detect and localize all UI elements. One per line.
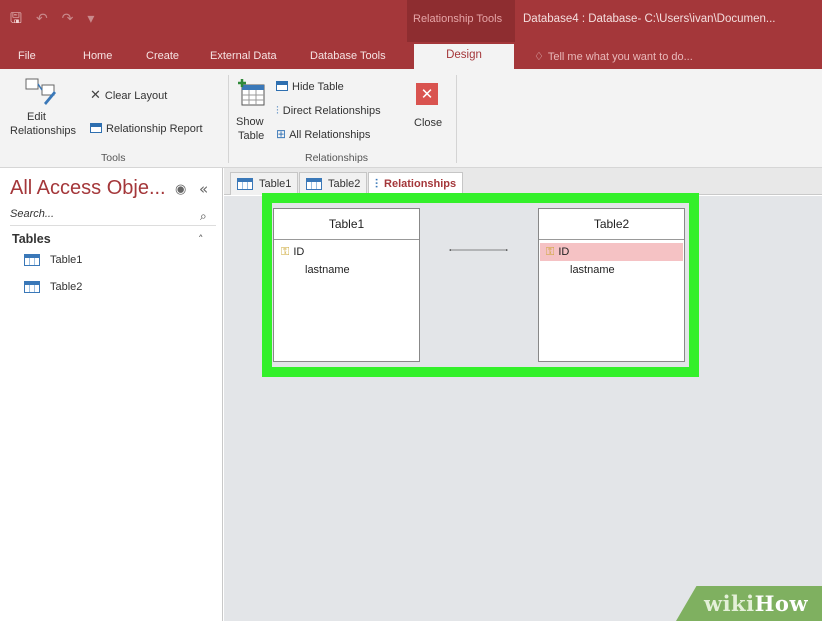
collapse-pane-icon[interactable]: « (199, 180, 208, 198)
logo-part-wiki: wiki (704, 591, 755, 616)
relationship-report-label: Relationship Report (106, 123, 203, 135)
group-label-tools: Tools (101, 152, 126, 164)
object-tab-table1[interactable]: Table1 (230, 172, 299, 195)
all-relationships-icon: ⊞ (276, 127, 287, 141)
hide-table-icon (276, 80, 288, 91)
nav-item-table1[interactable]: Table1 (24, 254, 82, 266)
object-tab-relationships[interactable]: ⫶ Relationships (368, 172, 464, 195)
logo-part-how: How (754, 591, 809, 616)
hide-table-label: Hide Table (292, 81, 344, 93)
title-bar: 🖫 ↶ ↷ ▾ Relationship Tools Database4 : D… (0, 0, 822, 42)
tab-create[interactable]: Create (146, 50, 179, 62)
quick-access-toolbar: 🖫 ↶ ↷ ▾ (10, 11, 94, 27)
field-label: lastname (305, 264, 350, 276)
show-table-label-2: Table (238, 130, 265, 142)
ribbon: Edit Relationships ✕ Clear Layout Relatio… (0, 69, 822, 168)
customize-icon[interactable]: ▾ (87, 11, 94, 27)
table-icon (24, 254, 40, 266)
document-title: Database4 : Database- C:\Users\ivan\Docu… (523, 13, 776, 25)
field-label: ID (293, 246, 305, 258)
group-label-relationships: Relationships (305, 152, 369, 164)
wikihow-logo: wikiHow (704, 591, 808, 616)
save-icon[interactable]: 🖫 (10, 11, 22, 27)
field-label: lastname (570, 264, 615, 276)
direct-relationships-button[interactable]: ⫶ Direct Relationships (276, 101, 381, 117)
close-x-icon: ✕ (90, 88, 101, 103)
chevron-down-circle-icon[interactable]: ◉ (175, 182, 186, 197)
report-icon (90, 122, 102, 133)
hide-table-button[interactable]: Hide Table (276, 77, 344, 93)
tab-design[interactable]: Design (414, 44, 514, 69)
show-table-icon (238, 79, 265, 106)
navigation-pane: All Access Obje... ◉ « Search... ⌕ Table… (0, 168, 223, 621)
close-label: Close (414, 117, 443, 129)
relationship-report-button[interactable]: Relationship Report (90, 119, 203, 135)
edit-relationships-label-1: Edit (27, 111, 46, 123)
table2-field-list[interactable]: Table2 ⚿ ID lastname (538, 208, 685, 362)
edit-relationships-label-2: Relationships (10, 125, 77, 137)
redo-icon[interactable]: ↷ (62, 11, 74, 27)
nav-group-tables[interactable]: Tables (12, 232, 51, 246)
nav-pane-title[interactable]: All Access Obje... (10, 177, 166, 200)
undo-icon[interactable]: ↶ (36, 11, 48, 27)
all-relationships-button[interactable]: ⊞ All Relationships (276, 125, 370, 141)
object-tab-label: Table1 (259, 178, 292, 190)
search-input[interactable]: Search... (10, 208, 216, 226)
relationship-line[interactable] (420, 249, 537, 251)
nav-item-label: Table1 (50, 254, 83, 266)
context-label: Relationship Tools (413, 13, 503, 25)
table-icon (24, 281, 40, 293)
clear-layout-button[interactable]: ✕ Clear Layout (90, 86, 168, 103)
tab-external-data[interactable]: External Data (210, 50, 277, 62)
table-title[interactable]: Table1 (274, 209, 419, 240)
tell-me-text: Tell me what you want to do... (547, 51, 693, 63)
table-title[interactable]: Table2 (539, 209, 684, 240)
field-lastname[interactable]: lastname (540, 261, 683, 279)
chevron-up-icon[interactable]: ˄ (198, 233, 204, 246)
field-id[interactable]: ⚿ ID (540, 243, 683, 261)
key-icon: ⚿ (281, 245, 290, 258)
object-tab-label: Table2 (328, 178, 361, 190)
close-button[interactable]: ✕ Close (408, 79, 448, 149)
close-icon: ✕ (416, 83, 438, 105)
show-table-button[interactable]: Show Table (232, 75, 270, 149)
nav-item-label: Table2 (50, 281, 83, 293)
ribbon-separator (228, 75, 229, 163)
key-icon: ⚿ (546, 245, 555, 258)
relationships-icon: ⫶ (375, 176, 379, 191)
clear-layout-label: Clear Layout (104, 90, 168, 102)
ribbon-separator (456, 75, 457, 163)
lightbulb-icon: ♢ (534, 50, 544, 63)
edit-relationships-button[interactable]: Edit Relationships (8, 75, 76, 149)
tab-database-tools[interactable]: Database Tools (310, 50, 386, 62)
direct-relationships-label: Direct Relationships (282, 105, 381, 117)
nav-item-table2[interactable]: Table2 (24, 281, 82, 293)
edit-relationships-icon (25, 78, 56, 105)
direct-relationships-icon: ⫶ (276, 104, 279, 117)
show-table-label-1: Show (236, 116, 264, 128)
tab-home[interactable]: Home (83, 50, 112, 62)
table-icon (306, 178, 322, 190)
field-label: ID (558, 246, 570, 258)
tell-me-box[interactable]: ♢ Tell me what you want to do... (534, 50, 693, 63)
object-tab-table2[interactable]: Table2 (299, 172, 368, 195)
table1-field-list[interactable]: Table1 ⚿ ID lastname (273, 208, 420, 362)
search-icon[interactable]: ⌕ (200, 209, 207, 224)
field-lastname[interactable]: lastname (275, 261, 418, 279)
tab-file[interactable]: File (18, 50, 36, 62)
field-id[interactable]: ⚿ ID (275, 243, 418, 261)
table-icon (237, 178, 253, 190)
ribbon-tab-row: File Home Create External Data Database … (0, 42, 822, 69)
all-relationships-label: All Relationships (289, 129, 371, 141)
object-tabs: Table1 Table2 ⫶ Relationships (224, 168, 822, 195)
object-tab-label: Relationships (384, 178, 457, 190)
